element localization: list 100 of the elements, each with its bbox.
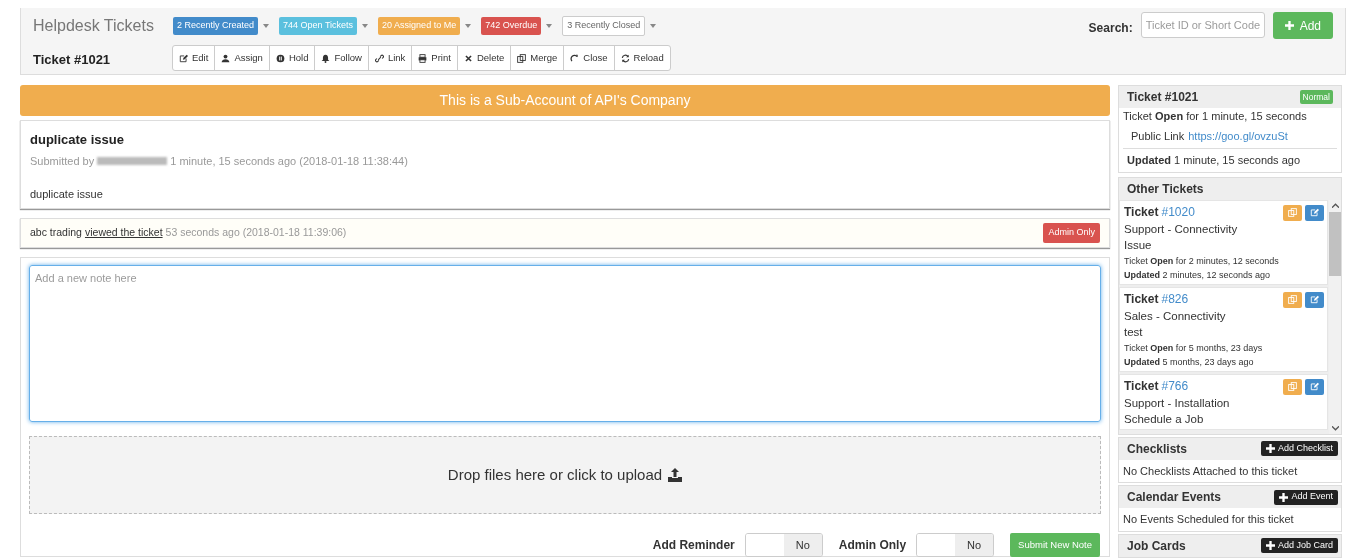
toggle-switch[interactable]: No — [744, 533, 823, 557]
user-icon — [221, 53, 231, 63]
submitted-label: Submitted by — [30, 153, 95, 169]
copy-button[interactable] — [1283, 204, 1302, 221]
toggle-label: Admin Only — [838, 537, 907, 554]
ticket-label: Ticket — [1124, 203, 1159, 221]
add-button[interactable]: Add Job Card — [1260, 538, 1338, 553]
copy-icon — [517, 53, 527, 63]
ticket-body: duplicate issue — [30, 187, 104, 202]
ticket-list-item[interactable]: Ticket #766 Support - Installation Schedule a Job — [1119, 373, 1328, 430]
ticket-link[interactable]: #826 — [1161, 289, 1189, 308]
admin-badge: Admin Only — [1043, 223, 1100, 243]
plus-icon — [1284, 21, 1294, 30]
toolbar-button[interactable]: Print — [411, 46, 457, 70]
ticket-line: Sales - Connectivity — [1124, 308, 1227, 324]
open-duration: Ticket Open for 5 months, 23 days — [1124, 341, 1264, 355]
filter-badge[interactable]: 742 Overdue — [481, 17, 542, 35]
toolbar-button[interactable]: Hold — [268, 46, 315, 70]
ticket-list-item[interactable]: Ticket #826 Sales - Connectivity test Ticket Open for 5 months, 23 days Updated 5 months, 23 days ago — [1119, 286, 1328, 372]
edit-button[interactable] — [1305, 378, 1324, 395]
panel-title: Ticket #1021 — [1127, 89, 1199, 106]
ticket-label: Ticket — [1124, 290, 1159, 308]
updated-time: Updated 1 minute, 15 seconds ago — [1126, 153, 1302, 168]
caret-icon[interactable] — [650, 24, 657, 28]
ticket-subject: duplicate issue — [30, 131, 125, 149]
public-link[interactable]: https://goo.gl/ovzuSt — [1188, 127, 1288, 144]
upload-text: Drop files here or click to upload — [447, 464, 663, 485]
toolbar-button[interactable]: Merge — [510, 46, 564, 70]
edit-button[interactable] — [1305, 291, 1324, 308]
panel-title: Calendar Events — [1127, 489, 1222, 506]
search-field[interactable]: Ticket ID or Short Code — [1140, 12, 1265, 38]
print-icon — [418, 53, 428, 63]
toggle-label: Add Reminder — [652, 537, 735, 554]
panel-title: Job Cards — [1127, 537, 1186, 555]
panel-title: Other Tickets — [1127, 180, 1204, 198]
toolbar-button[interactable]: Delete — [456, 46, 511, 70]
edit-icon — [1310, 382, 1319, 391]
open-duration: Ticket Open for 2 minutes, 12 seconds — [1124, 254, 1280, 268]
toolbar-button[interactable]: Link — [367, 46, 412, 70]
add-button[interactable]: Add Event — [1274, 489, 1338, 505]
scroll-down-icon[interactable] — [1331, 425, 1339, 431]
toolbar-button[interactable]: Edit — [173, 46, 215, 70]
updated-time: Updated 2 minutes, 12 seconds ago — [1124, 268, 1272, 282]
refresh-icon — [570, 53, 580, 63]
open-duration: Ticket Open for 1 minute, 15 seconds — [1122, 109, 1308, 124]
reload-icon — [620, 53, 630, 63]
pause-icon — [275, 53, 285, 63]
note-field[interactable]: Add a new note here — [29, 265, 1101, 422]
updated-time: Updated 5 months, 23 days ago — [1124, 355, 1255, 369]
upload-zone[interactable]: Drop files here or click to upload — [29, 436, 1101, 514]
caret-icon[interactable] — [465, 24, 472, 28]
bell-icon — [321, 53, 331, 63]
ticket-link[interactable]: #766 — [1161, 376, 1189, 395]
ticket-line: Schedule a Job — [1124, 411, 1205, 427]
toolbar-button[interactable]: Reload — [613, 46, 670, 70]
search-label: Search: — [1088, 20, 1133, 37]
filter-badge[interactable]: 3 Recently Closed — [562, 16, 646, 36]
upload-icon — [668, 468, 683, 482]
ticket-link[interactable]: #1020 — [1161, 202, 1195, 221]
toolbar-button[interactable]: Assign — [214, 46, 269, 70]
page-title: Helpdesk Tickets — [33, 16, 155, 36]
copy-icon — [1288, 295, 1297, 304]
activity-time: 53 seconds ago (2018-01-18 11:39:06) — [165, 225, 347, 241]
edit-icon — [179, 53, 188, 63]
caret-icon[interactable] — [263, 24, 270, 28]
edit-icon — [1310, 208, 1319, 217]
ticket-number: Ticket #1021 — [33, 51, 112, 70]
toolbar-button[interactable]: Close — [563, 46, 614, 70]
ticket-line: Issue — [1124, 237, 1153, 253]
filter-badge[interactable]: 2 Recently Created — [173, 17, 259, 35]
copy-icon — [1288, 382, 1297, 391]
caret-icon[interactable] — [362, 24, 369, 28]
banner: This is a Sub-Account of API's Company — [20, 85, 1110, 116]
priority-badge: Normal — [1299, 89, 1333, 105]
scroll-up-icon[interactable] — [1331, 202, 1339, 208]
public-link-label: Public Link — [1131, 128, 1185, 144]
toolbar-button[interactable]: Follow — [314, 46, 368, 70]
copy-button[interactable] — [1283, 291, 1302, 308]
ticket-line: Support - Installation — [1124, 395, 1231, 411]
copy-button[interactable] — [1283, 378, 1302, 395]
plus-icon — [1265, 541, 1275, 550]
add-button[interactable]: Add Checklist — [1260, 441, 1338, 456]
scrollbar-thumb[interactable] — [1329, 211, 1341, 276]
link-icon — [374, 53, 384, 63]
close-icon — [463, 53, 473, 63]
caret-icon[interactable] — [546, 24, 553, 28]
edit-icon — [1310, 295, 1319, 304]
ticket-line: Support - Connectivity — [1124, 221, 1239, 237]
copy-icon — [1288, 208, 1297, 217]
activity-link[interactable]: viewed the ticket — [84, 225, 163, 241]
plus-icon — [1265, 444, 1275, 453]
ticket-list-item[interactable]: Ticket #1020 Support - Connectivity Issue Ticket Open for 2 minutes, 12 seconds Updated 2 minutes, 12 seconds ago — [1119, 199, 1328, 285]
ticket-label: Ticket — [1124, 377, 1159, 395]
edit-button[interactable] — [1305, 204, 1324, 221]
panel-title: Checklists — [1127, 440, 1188, 458]
blurred-name — [97, 156, 168, 165]
toggle-switch[interactable]: No — [916, 533, 995, 557]
submitted-time: 1 minute, 15 seconds ago (2018-01-18 11:38:44) — [170, 153, 408, 169]
plus-icon — [1279, 492, 1289, 502]
activity-actor: abc trading — [30, 225, 82, 241]
